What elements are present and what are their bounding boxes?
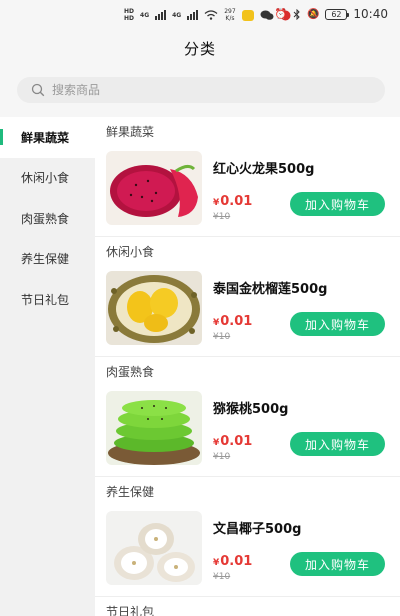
add-to-cart-button[interactable]: 加入购物车: [290, 432, 385, 456]
add-to-cart-button[interactable]: 加入购物车: [290, 552, 385, 576]
search-bar[interactable]: [17, 77, 385, 103]
net-speed: 297 K/s: [224, 8, 236, 22]
currency-symbol: ¥: [213, 318, 220, 328]
dragon-fruit-image[interactable]: [106, 151, 202, 225]
signal-icon: [187, 10, 199, 20]
category-sidebar: 鲜果蔬菜 休闲小食 肉蛋熟食 养生保健 节日礼包: [0, 117, 95, 616]
product-price: ¥0.01: [213, 434, 252, 449]
section-title: 肉蛋熟食: [106, 364, 155, 379]
currency-symbol: ¥: [213, 198, 220, 208]
product-price: ¥0.01: [213, 314, 252, 329]
notification-app-icon: [241, 9, 254, 21]
product-card[interactable]: 文昌椰子500g ¥0.01 ¥10 加入购物车: [95, 505, 400, 597]
price-value: 0.01: [220, 314, 253, 329]
product-name: 红心火龙果500g: [213, 162, 315, 177]
product-card[interactable]: 红心火龙果500g ¥0.01 ¥10 加入购物车: [95, 145, 400, 237]
add-to-cart-button[interactable]: 加入购物车: [290, 312, 385, 336]
wechat-icon: [260, 10, 274, 20]
wifi-icon: [204, 10, 218, 20]
clock: 10:40: [353, 7, 388, 21]
sidebar-item-label: 养生保健: [21, 252, 70, 267]
currency-symbol: ¥: [213, 558, 220, 568]
original-price: ¥10: [213, 572, 231, 582]
section-title: 养生保健: [106, 484, 155, 499]
product-name: 泰国金枕榴莲500g: [213, 282, 328, 297]
sidebar-item-label: 休闲小食: [21, 171, 70, 186]
product-card[interactable]: 泰国金枕榴莲500g ¥0.01 ¥10 加入购物车: [95, 265, 400, 357]
page-title: 分类: [183, 40, 216, 58]
sidebar-item-health[interactable]: 养生保健: [0, 239, 95, 280]
original-price: ¥10: [213, 212, 231, 222]
status-right: ⏰ 🔕 62 10:40: [275, 7, 389, 21]
sidebar-item-label: 鲜果蔬菜: [21, 130, 70, 145]
battery-icon: 62: [325, 8, 350, 20]
sidebar-item-snacks[interactable]: 休闲小食: [0, 158, 95, 199]
bluetooth-icon: [293, 8, 300, 20]
section-title: 鲜果蔬菜: [106, 124, 155, 139]
product-price: ¥0.01: [213, 194, 252, 209]
hd-label: HD HD: [124, 8, 135, 22]
sidebar-item-label: 节日礼包: [21, 292, 70, 307]
sidebar-item-fresh-fruit-veg[interactable]: 鲜果蔬菜: [0, 117, 95, 158]
search-input[interactable]: [52, 83, 352, 97]
mute-icon: 🔕: [306, 8, 320, 20]
sidebar-item-gift-packs[interactable]: 节日礼包: [0, 279, 95, 320]
durian-image[interactable]: [106, 271, 202, 345]
product-list[interactable]: 鲜果蔬菜 红心火龙果500g ¥0.01 ¥10 加入购物车 休闲小食 泰国金枕…: [95, 117, 400, 616]
signal-label-1: 4G: [140, 11, 150, 19]
coconut-image[interactable]: [106, 511, 202, 585]
original-price: ¥10: [213, 452, 231, 462]
signal-label-2: 4G: [172, 11, 182, 19]
kiwi-image[interactable]: [106, 391, 202, 465]
sidebar-item-label: 肉蛋熟食: [21, 211, 70, 226]
price-value: 0.01: [220, 194, 253, 209]
original-price: ¥10: [213, 332, 231, 342]
product-name: 猕猴桃500g: [213, 402, 289, 417]
search-icon: [31, 83, 45, 97]
add-to-cart-button[interactable]: 加入购物车: [290, 192, 385, 216]
product-card[interactable]: 猕猴桃500g ¥0.01 ¥10 加入购物车: [95, 385, 400, 477]
section-title: 节日礼包: [106, 604, 155, 616]
currency-symbol: ¥: [213, 438, 220, 448]
section-title: 休闲小食: [106, 244, 155, 259]
price-value: 0.01: [220, 434, 253, 449]
price-value: 0.01: [220, 554, 253, 569]
status-bar: HD HD 4G 4G 297 K/s ⏰ 🔕 62 10:40: [0, 0, 400, 30]
status-left: HD HD 4G 4G 297 K/s: [124, 8, 291, 22]
signal-icon: [155, 10, 167, 20]
sidebar-item-meat-eggs[interactable]: 肉蛋熟食: [0, 198, 95, 239]
product-name: 文昌椰子500g: [213, 522, 302, 537]
alarm-icon: ⏰: [274, 8, 287, 20]
product-price: ¥0.01: [213, 554, 252, 569]
